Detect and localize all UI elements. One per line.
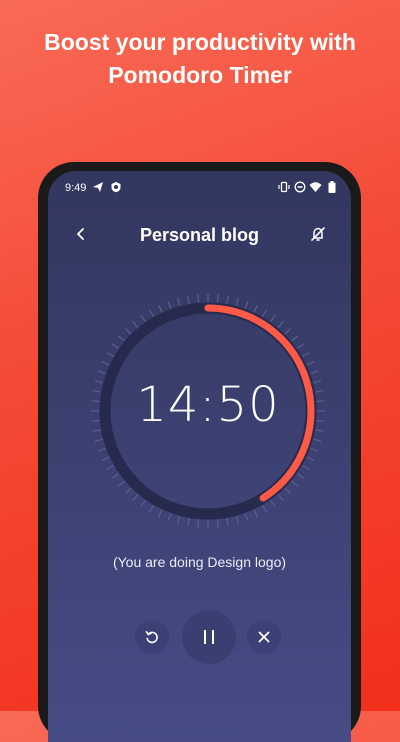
current-task-text: (You are doing Design logo) [112,554,287,570]
send-icon [93,182,103,192]
dial-tick [111,473,120,479]
dial-tick [235,297,239,306]
do-not-disturb-icon [294,181,306,193]
dial-tick [197,294,200,303]
shield-icon [111,182,121,193]
dial-tick [296,473,305,479]
restart-icon [145,631,158,644]
dial-tick [132,320,139,328]
dial-tick [291,335,299,342]
dial-tick [111,343,120,349]
dial-tick [270,314,276,323]
dial-tick [284,487,292,495]
dial-tick [101,456,110,461]
battery-icon [328,181,336,193]
dial-tick [310,447,319,452]
dial-tick [177,297,181,306]
dial-tick [306,456,315,461]
status-bar: 9:49 [48,171,351,203]
status-time: 9:49 [65,182,87,194]
dial-tick [140,499,146,508]
mute-button[interactable] [307,223,329,245]
dial-tick [187,295,190,304]
reset-button[interactable] [135,620,169,654]
dial-tick [97,370,106,375]
dial-tick [148,505,155,513]
dial-tick [253,509,258,518]
promo-headline-line2: Pomodoro Timer [108,62,292,88]
dial-tick [253,304,258,313]
dial-tick [310,370,319,375]
dial-tick [261,505,268,513]
dial-tick [291,480,299,487]
dial-tick [216,519,219,528]
dial-tick [244,513,249,522]
dial-tick [216,294,219,303]
dial-tick [148,309,155,317]
dial-tick [187,518,190,527]
dial-tick [277,494,284,502]
timer-remaining: 14:50 [136,377,280,433]
dial-tick [132,494,139,502]
dial-tick [117,335,125,342]
dial-tick [306,361,315,366]
pause-icon [204,630,214,644]
dial-tick [302,351,310,358]
dial-tick [197,519,200,528]
bell-off-icon [311,227,325,241]
dial-tick [270,499,276,508]
dial-tick [277,320,284,328]
dial-tick [226,295,229,304]
dial-tick [97,447,106,452]
dial-tick [226,518,229,527]
dial-tick [106,351,114,358]
dial-tick [261,309,268,317]
dial-tick [235,516,239,525]
dial-tick [284,327,292,335]
promo-headline: Boost your productivity with Pomodoro Ti… [0,26,400,92]
pause-button[interactable] [182,610,236,664]
dial-tick [167,513,172,522]
dial-tick [167,300,172,309]
app-screen: 9:49 Personal blog 14:50 (You are doing … [48,171,351,742]
page-title: Personal blog [139,225,260,245]
dial-tick [117,480,125,487]
dial-tick [158,509,163,518]
phone-frame: 9:49 Personal blog 14:50 (You are doing … [38,162,361,742]
wifi-icon [309,182,322,192]
dial-tick [94,438,103,442]
dial-tick [106,464,114,471]
dial-tick [124,327,132,335]
dial-tick [158,304,163,313]
app-bar: Personal blog [48,219,351,253]
dial-tick [124,487,132,495]
dial-tick [101,361,110,366]
dial-tick [244,300,249,309]
dial-tick [313,438,322,442]
dial-tick [177,516,181,525]
dial-tick [302,464,310,471]
dial-tick [140,314,146,323]
close-icon [258,631,270,643]
stop-button[interactable] [247,620,281,654]
vibrate-icon [278,181,290,193]
promo-headline-line1: Boost your productivity with [44,29,356,55]
dial-tick [296,343,305,349]
